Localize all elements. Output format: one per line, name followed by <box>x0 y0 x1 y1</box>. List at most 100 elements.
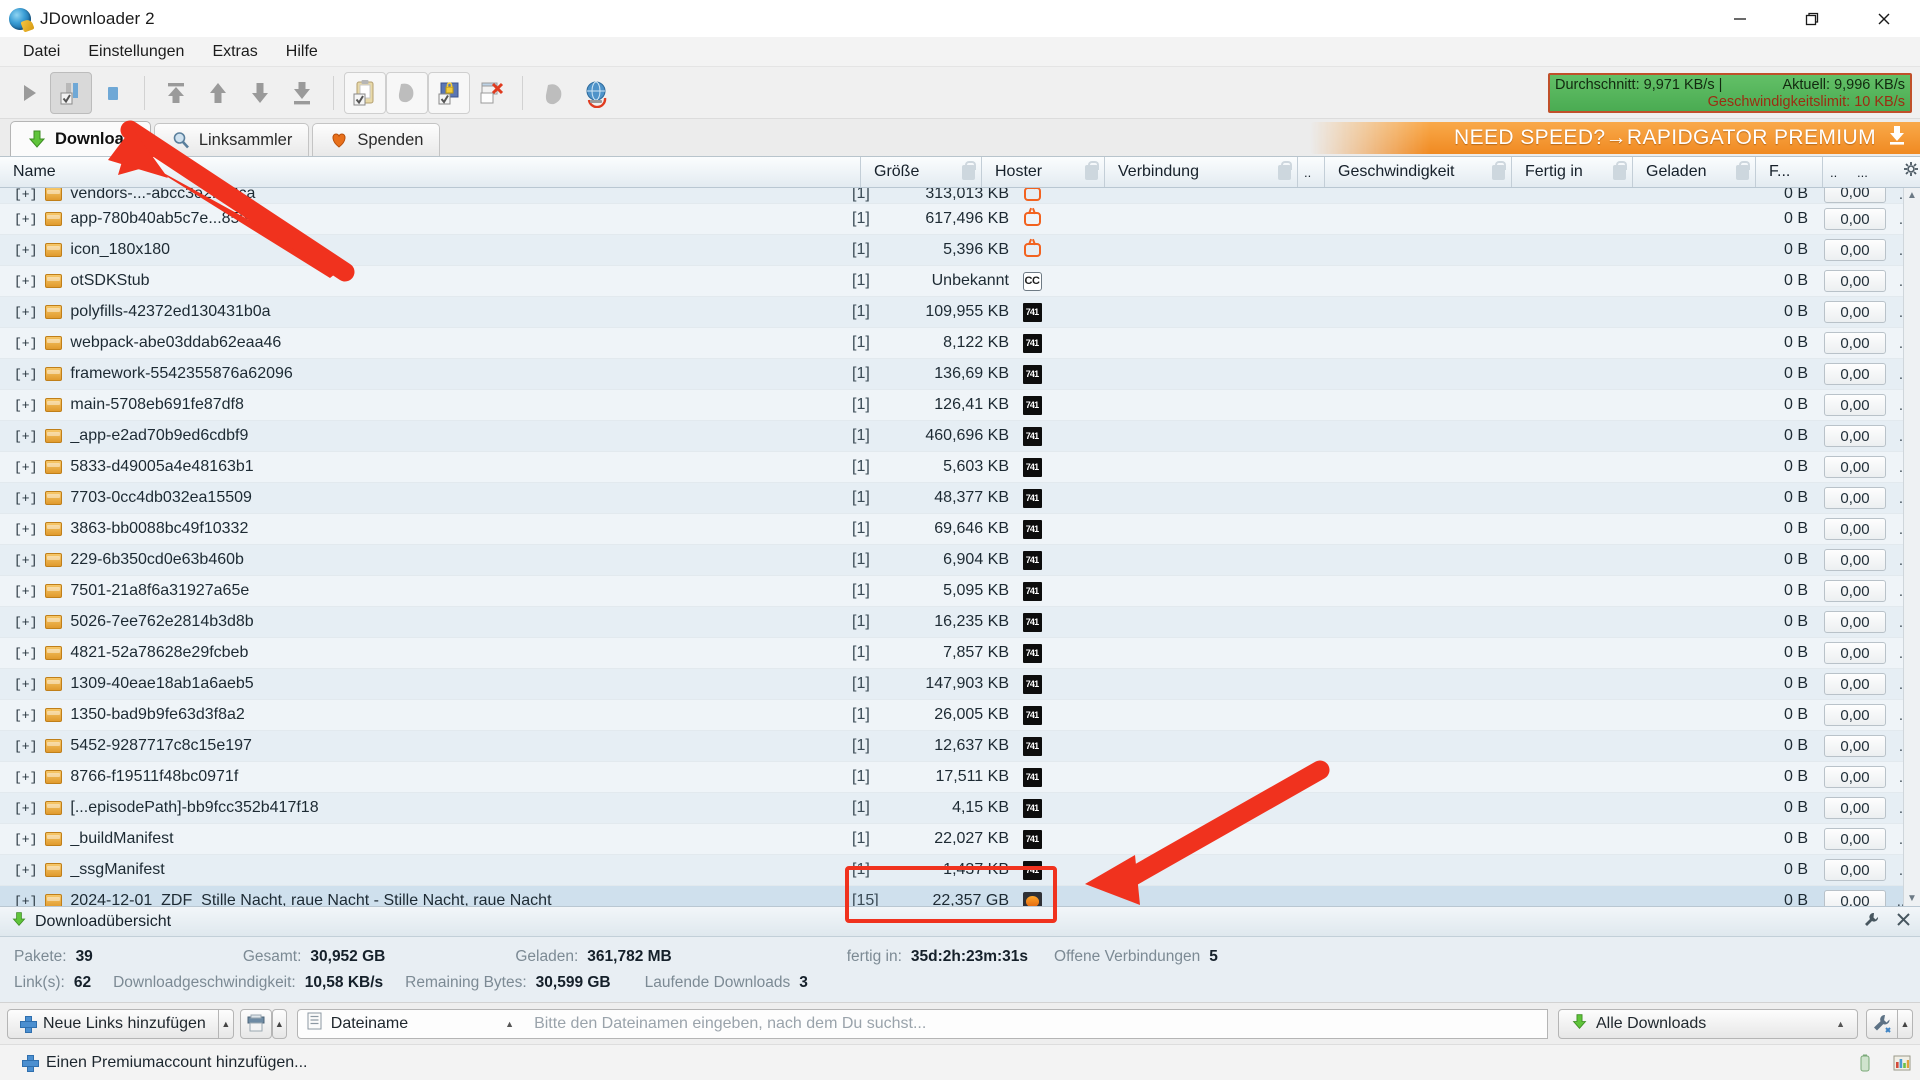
clipboard-manager-button[interactable] <box>239 1008 272 1039</box>
menu-datei[interactable]: Datei <box>9 40 74 64</box>
menu-extras[interactable]: Extras <box>198 40 271 64</box>
column-header-hoster[interactable]: Hoster <box>982 157 1104 187</box>
row-name-cell[interactable]: [+] 2024-12-01_ZDF_Stille Nacht, raue Nac… <box>0 892 838 906</box>
table-row[interactable]: [+] app-780b40ab5c7e...85948 [1] 617,496 KB… <box>0 204 1920 235</box>
expand-toggle[interactable]: [+] <box>14 306 37 319</box>
wrench-icon[interactable] <box>1864 912 1879 931</box>
table-row[interactable]: [+] webpack-abe03ddab62eaa46 [1] 8,122 KB 74… <box>0 328 1920 359</box>
menu-einstellungen[interactable]: Einstellungen <box>74 40 198 64</box>
search-mode-selector[interactable]: Dateiname ▲ <box>296 1008 525 1039</box>
row-name-cell[interactable]: [+] main-5708eb691fe87df8 <box>0 396 838 414</box>
table-row[interactable]: [+] 8766-f19511f48bc0971f [1] 17,511 KB 741 0… <box>0 762 1920 793</box>
expand-toggle[interactable]: [+] <box>14 864 37 877</box>
row-name-cell[interactable]: [+] app-780b40ab5c7e...85948 <box>0 210 838 228</box>
row-name-cell[interactable]: [+] 5026-7ee762e2814b3d8b <box>0 613 838 631</box>
maximize-button[interactable] <box>1776 0 1848 37</box>
menu-hilfe[interactable]: Hilfe <box>272 40 332 64</box>
expand-toggle[interactable]: [+] <box>14 554 37 567</box>
table-row[interactable]: [+]_buildManifest[1]22,027 KB7410 B0,00.… <box>0 824 1920 855</box>
clipboard-observer-button[interactable] <box>344 71 386 114</box>
row-name-cell[interactable]: [+] 4821-52a78628e29fcbeb <box>0 644 838 662</box>
battery-icon[interactable] <box>1855 1053 1875 1073</box>
clipboard-dropdown[interactable]: ▲ <box>271 1008 287 1039</box>
table-row[interactable]: [+] 1309-40eae18ab1a6aeb5 [1] 147,903 KB 741… <box>0 669 1920 700</box>
table-row[interactable]: [+] 5452-9287717c8c15e197 [1] 12,637 KB 741 0… <box>0 731 1920 762</box>
expand-toggle[interactable]: [+] <box>14 740 37 753</box>
row-name-cell[interactable]: [+] icon_180x180 <box>0 241 838 259</box>
scroll-down-arrow[interactable]: ▼ <box>1907 891 1917 906</box>
premium-enabled-button[interactable] <box>428 71 470 114</box>
column-header-name[interactable]: Name <box>0 157 860 187</box>
expand-toggle[interactable]: [+] <box>14 523 37 536</box>
table-row[interactable]: [+] [...episodePath]-bb9fcc352b417f18 [1] 4… <box>0 793 1920 824</box>
expand-toggle[interactable]: [+] <box>14 461 37 474</box>
chevron-down-icon[interactable]: ▲ <box>505 1019 514 1029</box>
expand-toggle[interactable]: [+] <box>14 244 37 257</box>
table-settings-button[interactable] <box>1866 1008 1898 1039</box>
expand-toggle[interactable]: [+] <box>14 585 37 598</box>
downloads-filter-button[interactable]: Alle Downloads ▲ <box>1558 1008 1858 1039</box>
table-row[interactable]: [+] _app-e2ad70b9ed6cdbf9 [1] 460,696 KB 741… <box>0 421 1920 452</box>
add-premium-account-link[interactable]: Einen Premiumaccount hinzufügen... <box>46 1054 307 1072</box>
row-name-cell[interactable]: [+] _app-e2ad70b9ed6cdbf9 <box>0 427 838 445</box>
expand-toggle[interactable]: [+] <box>14 368 37 381</box>
scroll-up-arrow[interactable]: ▲ <box>1907 188 1917 203</box>
chevron-down-icon[interactable]: ▲ <box>1836 1019 1845 1029</box>
move-to-bottom-button[interactable] <box>281 72 323 114</box>
expand-toggle[interactable]: [+] <box>14 895 37 907</box>
row-name-cell[interactable]: [+] [...episodePath]-bb9fcc352b417f18 <box>0 799 838 817</box>
stop-downloads-button[interactable] <box>92 72 134 114</box>
move-to-top-button[interactable] <box>155 72 197 114</box>
column-header-connection[interactable]: Verbindung <box>1105 157 1297 187</box>
expand-toggle[interactable]: [+] <box>14 399 37 412</box>
row-name-cell[interactable]: [+] 7501-21a8f6a31927a65e <box>0 582 838 600</box>
close-icon[interactable] <box>1897 913 1910 930</box>
vertical-scrollbar[interactable]: ▲ ▼ <box>1903 188 1920 906</box>
expand-toggle[interactable]: [+] <box>14 802 37 815</box>
row-name-cell[interactable]: [+] otSDKStub <box>0 272 838 290</box>
pause-downloads-button[interactable] <box>50 71 92 114</box>
row-name-cell[interactable]: [+] _buildManifest <box>0 830 838 848</box>
table-row[interactable]: [+] 4821-52a78628e29fcbeb [1] 7,857 KB 741 0 … <box>0 638 1920 669</box>
row-name-cell[interactable]: [+] 7703-0cc4db032ea15509 <box>0 489 838 507</box>
table-row[interactable]: [+] 229-6b350cd0e63b460b [1] 6,904 KB 741 0 B… <box>0 545 1920 576</box>
row-name-cell[interactable]: [+] 8766-f19511f48bc0971f <box>0 768 838 786</box>
table-row[interactable]: [+] 5026-7ee762e2814b3d8b [1] 16,235 KB 741 0… <box>0 607 1920 638</box>
row-name-cell[interactable]: [+] 1309-40eae18ab1a6aeb5 <box>0 675 838 693</box>
close-button[interactable] <box>1848 0 1920 37</box>
expand-toggle[interactable]: [+] <box>14 678 37 691</box>
table-row[interactable]: [+] framework-5542355876a62096 [1] 136,69 K… <box>0 359 1920 390</box>
webinterface-button[interactable] <box>575 72 617 114</box>
table-row[interactable]: [+] 3863-bb0088bc49f10332 [1] 69,646 KB 741 0… <box>0 514 1920 545</box>
column-header-narrow[interactable]: .. <box>1298 157 1324 187</box>
expand-toggle[interactable]: [+] <box>14 337 37 350</box>
table-row[interactable]: [+] 7703-0cc4db032ea15509 [1] 48,377 KB 741 0… <box>0 483 1920 514</box>
table-row[interactable]: [+] 1350-bad9b9fe63d3f8a2 [1] 26,005 KB 741 0… <box>0 700 1920 731</box>
column-header-size[interactable]: Größe <box>861 157 981 187</box>
expand-toggle[interactable]: [+] <box>14 492 37 505</box>
row-name-cell[interactable]: [+] vendors-...-abcc3e2f9f8ca <box>0 188 838 203</box>
table-row[interactable]: [+] 5833-d49005a4e48163b1 [1] 5,603 KB 741 0 … <box>0 452 1920 483</box>
column-header-eta[interactable]: Fertig in <box>1512 157 1632 187</box>
row-name-cell[interactable]: [+] 5833-d49005a4e48163b1 <box>0 458 838 476</box>
column-header-loaded[interactable]: Geladen <box>1633 157 1755 187</box>
reconnect-button[interactable] <box>386 71 428 114</box>
expand-toggle[interactable]: [+] <box>14 833 37 846</box>
row-name-cell[interactable]: [+] framework-5542355876a62096 <box>0 365 838 383</box>
add-links-button[interactable]: Neue Links hinzufügen <box>7 1008 219 1039</box>
expand-toggle[interactable]: [+] <box>14 275 37 288</box>
table-row[interactable]: [+] main-5708eb691fe87df8 [1] 126,41 KB 741 0… <box>0 390 1920 421</box>
column-header-dots[interactable]: .. <box>1823 157 1853 187</box>
expand-toggle[interactable]: [+] <box>14 771 37 784</box>
column-header-speed[interactable]: Geschwindigkeit <box>1325 157 1511 187</box>
table-settings-dropdown[interactable]: ▲ <box>1898 1008 1913 1039</box>
delete-entries-button[interactable] <box>470 72 512 114</box>
column-header-extra[interactable]: ... <box>1853 157 1881 187</box>
tab-spenden[interactable]: Spenden <box>312 123 441 156</box>
minimize-button[interactable] <box>1704 0 1776 37</box>
column-header-f[interactable]: F... <box>1756 157 1822 187</box>
expand-toggle[interactable]: [+] <box>14 188 37 201</box>
expand-toggle[interactable]: [+] <box>14 213 37 226</box>
row-name-cell[interactable]: [+] polyfills-42372ed130431b0a <box>0 303 838 321</box>
add-links-dropdown[interactable]: ▲ <box>218 1008 234 1039</box>
